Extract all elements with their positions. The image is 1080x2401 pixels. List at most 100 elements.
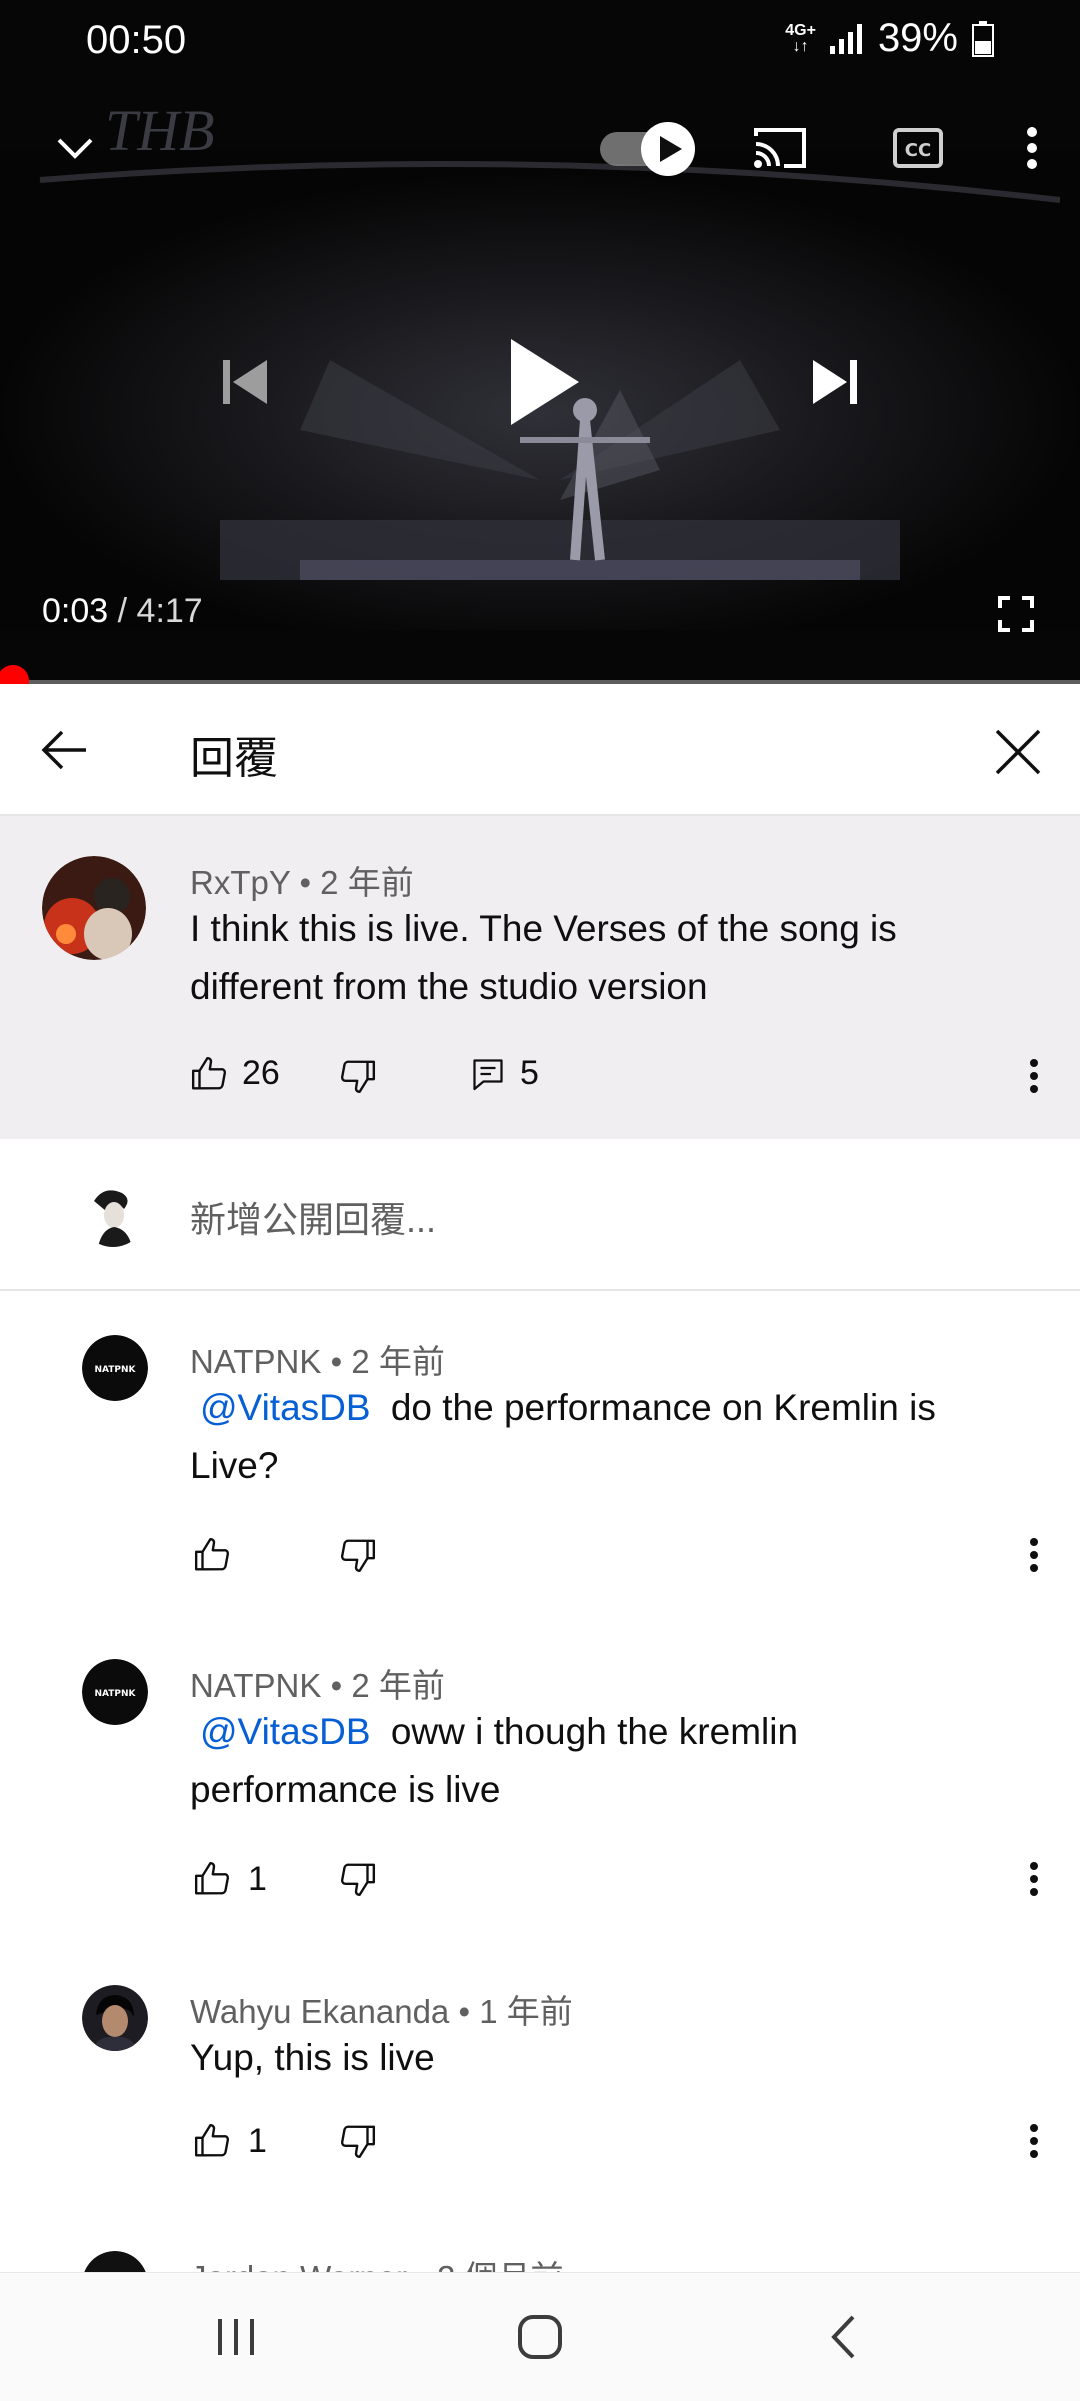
fullscreen-button[interactable] bbox=[994, 592, 1038, 636]
reply-header: 回覆 bbox=[0, 686, 1080, 816]
status-bar: 00:50 4G+ ↓↑ 39% bbox=[0, 0, 1080, 80]
meta-separator: • bbox=[330, 1343, 343, 1380]
mention-link[interactable]: @VitasDB bbox=[190, 1711, 381, 1752]
avatar[interactable]: NATPNK bbox=[82, 1659, 148, 1725]
network-indicator: 4G+ ↓↑ bbox=[785, 21, 816, 55]
reply-item: Wahyu Ekananda • 1 年前 Yup, this is live … bbox=[0, 1941, 1080, 2201]
comment-age: 2 年前 bbox=[351, 1343, 445, 1380]
comment-text: I think this is live. The Verses of the … bbox=[190, 908, 897, 1007]
dislike-button[interactable] bbox=[336, 1054, 380, 1098]
comment-author[interactable]: NATPNK bbox=[190, 1667, 321, 1704]
meta-separator: • bbox=[330, 1667, 343, 1704]
thumbs-down-icon bbox=[340, 1863, 376, 1897]
comment-age: 2 年前 bbox=[320, 864, 414, 901]
comment-author[interactable]: NATPNK bbox=[190, 1343, 321, 1380]
video-player[interactable]: THB 00:50 4G+ ↓↑ 39% CC 0:03 / 4:17 bbox=[0, 0, 1080, 684]
comment-age: 1 年前 bbox=[479, 1993, 573, 2030]
progress-bar[interactable] bbox=[0, 665, 1080, 684]
back-button[interactable] bbox=[34, 720, 94, 780]
fullscreen-icon bbox=[998, 596, 1034, 632]
play-button[interactable] bbox=[500, 330, 590, 434]
comment-meta: NATPNK • 2 年前 bbox=[190, 1659, 445, 1707]
cc-icon: CC bbox=[893, 128, 943, 168]
reply-item: NATPNK NATPNK • 2 年前 @VitasDB oww i thou… bbox=[0, 1615, 1080, 1941]
meta-separator: • bbox=[458, 1993, 471, 2030]
home-button[interactable] bbox=[500, 2299, 580, 2375]
captions-button[interactable]: CC bbox=[888, 120, 948, 176]
system-nav-bar bbox=[0, 2272, 1080, 2401]
player-more-button[interactable] bbox=[1012, 118, 1052, 178]
home-icon bbox=[518, 2315, 562, 2359]
avatar[interactable] bbox=[42, 856, 146, 960]
recent-apps-icon bbox=[218, 2319, 254, 2355]
like-count: 26 bbox=[242, 1054, 280, 1092]
avatar bbox=[80, 1181, 146, 1247]
dislike-button[interactable] bbox=[336, 2119, 380, 2163]
close-icon bbox=[995, 729, 1041, 775]
close-button[interactable] bbox=[988, 722, 1048, 782]
recent-apps-button[interactable] bbox=[196, 2299, 276, 2375]
more-vertical-icon bbox=[1027, 127, 1037, 169]
comment-menu-button[interactable] bbox=[1018, 1857, 1050, 1901]
previous-button[interactable] bbox=[210, 350, 280, 414]
comment-menu-button[interactable] bbox=[1018, 1054, 1050, 1098]
reply-input[interactable]: 新增公開回覆... bbox=[190, 1191, 436, 1243]
battery-percent: 39% bbox=[877, 16, 958, 60]
avatar[interactable] bbox=[82, 2251, 148, 2272]
like-button[interactable] bbox=[190, 1857, 234, 1901]
like-count: 1 bbox=[248, 2121, 267, 2160]
more-vertical-icon bbox=[1030, 1862, 1038, 1896]
meta-separator: • bbox=[416, 2259, 428, 2272]
svg-text:THB: THB bbox=[105, 98, 215, 163]
replies-button[interactable]: 5 bbox=[470, 1054, 539, 1093]
comment-meta: Wahyu Ekananda • 1 年前 bbox=[190, 1985, 573, 2033]
comment-menu-button[interactable] bbox=[1018, 1533, 1050, 1577]
thumbs-down-icon bbox=[340, 1539, 376, 1573]
thumbs-up-icon bbox=[194, 1537, 230, 1571]
like-button[interactable] bbox=[190, 1055, 228, 1093]
comment-author[interactable]: Wahyu Ekananda bbox=[190, 1993, 449, 2030]
thumbs-down-icon bbox=[340, 1060, 376, 1094]
comment-text: @VitasDB do the performance on Kremlin i… bbox=[190, 1379, 1010, 1495]
signal-icon bbox=[829, 23, 862, 54]
more-vertical-icon bbox=[1030, 1538, 1038, 1572]
autoplay-toggle[interactable] bbox=[598, 116, 698, 180]
parent-comment: RxTpY • 2 年前 I think this is live. The V… bbox=[0, 816, 1080, 1139]
comment-menu-button[interactable] bbox=[1018, 2119, 1050, 2163]
minimize-button[interactable] bbox=[40, 118, 110, 178]
dislike-button[interactable] bbox=[336, 1857, 380, 1901]
like-button[interactable] bbox=[190, 2119, 234, 2163]
add-reply-row: 新增公開回覆... bbox=[0, 1139, 1080, 1291]
thumbs-up-icon bbox=[194, 1861, 230, 1895]
meta-separator: • bbox=[299, 864, 311, 901]
svg-text:NATPNK: NATPNK bbox=[94, 1365, 136, 1375]
dislike-button[interactable] bbox=[336, 1533, 380, 1577]
status-time: 00:50 bbox=[86, 18, 187, 62]
cast-icon bbox=[754, 128, 806, 168]
next-button[interactable] bbox=[800, 350, 870, 414]
avatar[interactable] bbox=[82, 1985, 148, 2051]
cast-button[interactable] bbox=[748, 120, 812, 176]
thumbs-up-icon bbox=[191, 1056, 227, 1089]
battery-icon bbox=[972, 20, 994, 57]
comment-author[interactable]: RxTpY bbox=[190, 864, 290, 901]
back-icon bbox=[831, 2315, 855, 2359]
comment-author[interactable]: Jordan Warner bbox=[190, 2259, 407, 2272]
autoplay-icon bbox=[600, 122, 695, 176]
comment-meta: RxTpY • 2 年前 bbox=[190, 856, 414, 904]
comment-age: 2 個月前 bbox=[437, 2259, 564, 2272]
time-separator: / bbox=[117, 592, 128, 630]
play-icon bbox=[511, 339, 579, 425]
svg-text:CC: CC bbox=[905, 140, 931, 161]
comment-meta: NATPNK • 2 年前 bbox=[190, 1335, 445, 1383]
chevron-down-icon bbox=[57, 138, 93, 159]
avatar[interactable]: NATPNK bbox=[82, 1335, 148, 1401]
mention-link[interactable]: @VitasDB bbox=[190, 1387, 381, 1428]
system-back-button[interactable] bbox=[804, 2299, 884, 2375]
reply-count: 5 bbox=[520, 1054, 539, 1092]
thumbs-up-icon bbox=[194, 2123, 230, 2157]
thumbs-down-icon bbox=[340, 2125, 376, 2159]
like-button[interactable] bbox=[190, 1533, 234, 1577]
skip-next-icon bbox=[813, 360, 857, 404]
like-count: 1 bbox=[248, 1859, 267, 1898]
